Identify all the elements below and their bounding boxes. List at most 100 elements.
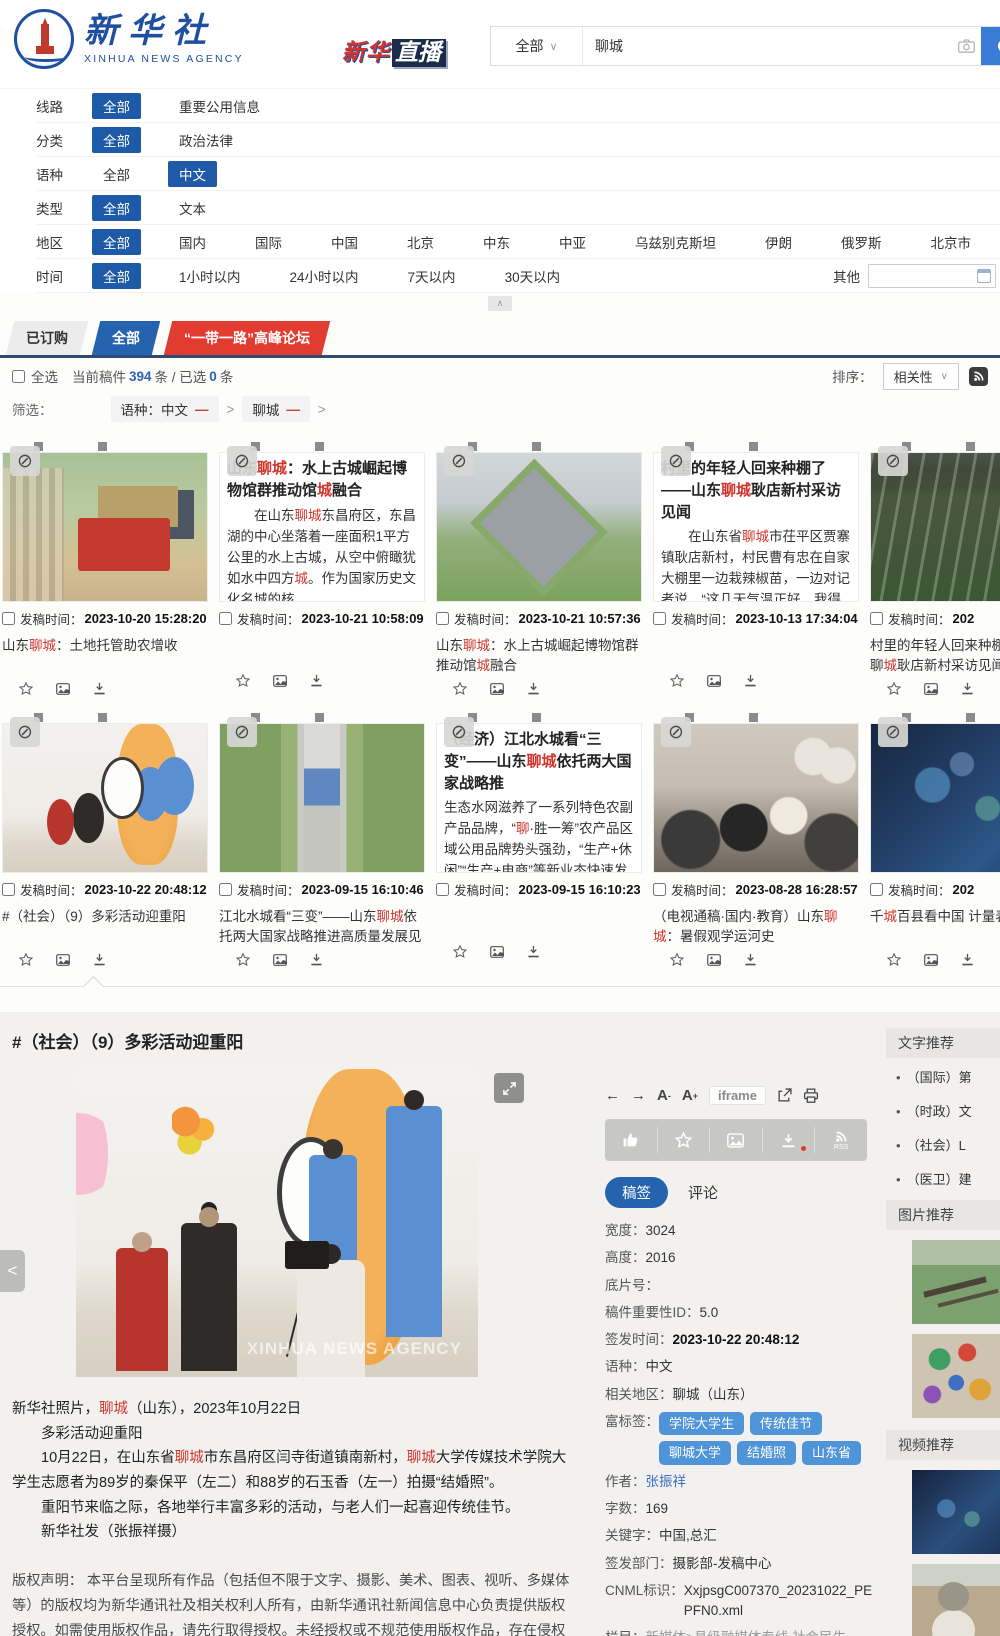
download-icon[interactable] [961,953,974,966]
image-icon[interactable] [56,954,70,966]
card-checkbox[interactable] [219,883,232,896]
rich-tag[interactable]: 结婚照 [737,1441,796,1465]
chip-remove-icon[interactable]: — [286,402,300,417]
filters-collapse-button[interactable]: ∧ [488,296,512,311]
search-input[interactable] [583,27,951,65]
image-search-camera-icon[interactable] [951,27,981,65]
star-icon[interactable] [236,674,250,687]
search-submit-button[interactable] [981,27,1000,65]
filter-option[interactable]: 全部 [92,127,141,153]
xinhua-live-logo[interactable]: 新华直播 [342,33,446,67]
text-reco-item[interactable]: •（社会）L [896,1128,1000,1162]
card-checkbox[interactable] [870,612,883,625]
filter-option[interactable]: 全部 [92,229,141,255]
favorite-star-button[interactable] [658,1127,711,1153]
result-card[interactable]: ⊘发稿时间：202村里的年轻人回来种棚了——山东聊城耿店新村采访见闻 [870,440,1000,695]
result-card[interactable]: ⊘村里的年轻人回来种棚了——山东聊城耿店新村采访见闻 在山东省聊城市茌平区贾寨镇… [653,440,859,695]
result-card[interactable]: ⊘（经济）江北水城看“三变”——山东聊城依托两大国家战略推生态水网滋养了一系列特… [436,711,642,966]
custom-date-input[interactable] [868,264,996,288]
filter-option[interactable]: 1小时以内 [168,263,252,289]
result-card[interactable]: ⊘发稿时间：2023-10-20 15:28:20山东聊城：土地托管助农增收 [2,440,208,695]
filter-option[interactable]: 全部 [92,263,141,289]
search-scope-dropdown[interactable]: 全部∨ [491,27,583,65]
download-icon[interactable] [527,945,540,958]
text-reco-item[interactable]: •（医卫）建 [896,1162,1000,1196]
image-icon[interactable] [490,683,504,695]
tab-全部[interactable]: 全部 [92,321,160,355]
image-reco-thumbnail[interactable] [912,1334,1000,1418]
share-icon[interactable] [777,1088,792,1103]
image-icon[interactable] [707,954,721,966]
card-caption[interactable]: 山东聊城：水上古城崛起博物馆群推动馆城融合 [436,636,642,676]
filter-option[interactable]: 24小时以内 [279,263,370,289]
save-image-button[interactable] [710,1127,763,1153]
tab-已订购[interactable]: 已订购 [6,321,88,355]
result-card[interactable]: ⊘发稿时间：2023-10-21 10:57:36山东聊城：水上古城崛起博物馆群… [436,440,642,695]
download-icon[interactable] [93,953,106,966]
xinhua-logo[interactable]: 新华社 XINHUA NEWS AGENCY [14,9,244,69]
card-checkbox[interactable] [870,883,883,896]
rss-icon[interactable] [969,367,988,386]
filter-option[interactable]: 文本 [168,195,217,221]
image-icon[interactable] [707,675,721,687]
card-checkbox[interactable] [2,883,15,896]
card-checkbox[interactable] [653,883,666,896]
card-caption[interactable]: 千城百县看中国 计量表“上岗”让 [870,907,1000,947]
image-icon[interactable] [490,946,504,958]
star-icon[interactable] [670,953,684,966]
image-icon[interactable] [56,683,70,695]
filter-option[interactable]: 7天以内 [397,263,467,289]
filter-option[interactable]: 30天以内 [494,263,572,289]
image-reco-thumbnail[interactable] [912,1240,1000,1324]
filter-option[interactable]: 中国 [320,229,369,255]
font-increase-button[interactable]: A+ [682,1087,698,1104]
filter-option[interactable]: 全部 [92,93,141,119]
card-caption[interactable]: 江北水城看“三变”——山东聊城依托两大国家战略推进高质量发展见闻 [219,907,425,947]
font-decrease-button[interactable]: A- [657,1087,671,1104]
image-icon[interactable] [924,954,938,966]
card-checkbox[interactable] [653,612,666,625]
card-caption[interactable]: 山东聊城：土地托管助农增收 [2,636,208,676]
result-card[interactable]: ⊘山东聊城：水上古城崛起博物馆群推动馆城融合 在山东聊城东昌府区，东昌湖的中心坐… [219,440,425,695]
rss-button[interactable]: RSS [815,1127,867,1153]
rich-tag[interactable]: 传统佳节 [750,1412,822,1436]
select-all-checkbox[interactable] [12,370,25,383]
filter-option[interactable]: 伊朗 [754,229,803,255]
back-arrow-icon[interactable]: ← [605,1087,620,1104]
filter-option[interactable]: 乌兹别克斯坦 [624,229,727,255]
rich-tag[interactable]: 学院大学生 [659,1412,744,1436]
video-reco-thumbnail[interactable] [912,1564,1000,1636]
card-checkbox[interactable] [436,612,449,625]
download-icon[interactable] [93,682,106,695]
chip-remove-icon[interactable]: — [195,402,209,417]
tab-manuscript-label[interactable]: 稿签 [605,1177,668,1208]
rich-tag[interactable]: 山东省 [802,1441,861,1465]
filter-option[interactable]: 中文 [168,161,217,187]
star-icon[interactable] [236,953,250,966]
meta-value[interactable]: 张振祥 [646,1472,687,1492]
result-card[interactable]: ⊘发稿时间：202千城百县看中国 计量表“上岗”让 [870,711,1000,966]
filter-option[interactable]: 北京 [396,229,445,255]
star-icon[interactable] [19,682,33,695]
filter-option[interactable]: 北京市 [920,229,983,255]
like-button[interactable] [605,1127,658,1153]
tab-“一带一路”高峰论坛[interactable]: “一带一路”高峰论坛 [164,321,330,355]
star-icon[interactable] [453,682,467,695]
star-icon[interactable] [887,682,901,695]
filter-option[interactable]: 重要公用信息 [168,93,271,119]
prev-photo-button[interactable]: < [0,1250,25,1292]
card-checkbox[interactable] [219,612,232,625]
filter-option[interactable]: 中亚 [548,229,597,255]
fullscreen-expand-icon[interactable] [494,1073,524,1103]
card-caption[interactable]: 村里的年轻人回来种棚了——山东聊城耿店新村采访见闻 [870,636,1000,676]
download-button[interactable] [763,1127,816,1153]
text-reco-item[interactable]: •（时政）文 [896,1094,1000,1128]
filter-option[interactable]: 全部 [92,161,141,187]
download-icon[interactable] [744,953,757,966]
video-reco-thumbnail[interactable] [912,1470,1000,1554]
card-caption[interactable]: #（社会）（9）多彩活动迎重阳 [2,907,208,947]
star-icon[interactable] [19,953,33,966]
download-icon[interactable] [527,682,540,695]
filter-option[interactable]: 全部 [92,195,141,221]
download-icon[interactable] [744,674,757,687]
